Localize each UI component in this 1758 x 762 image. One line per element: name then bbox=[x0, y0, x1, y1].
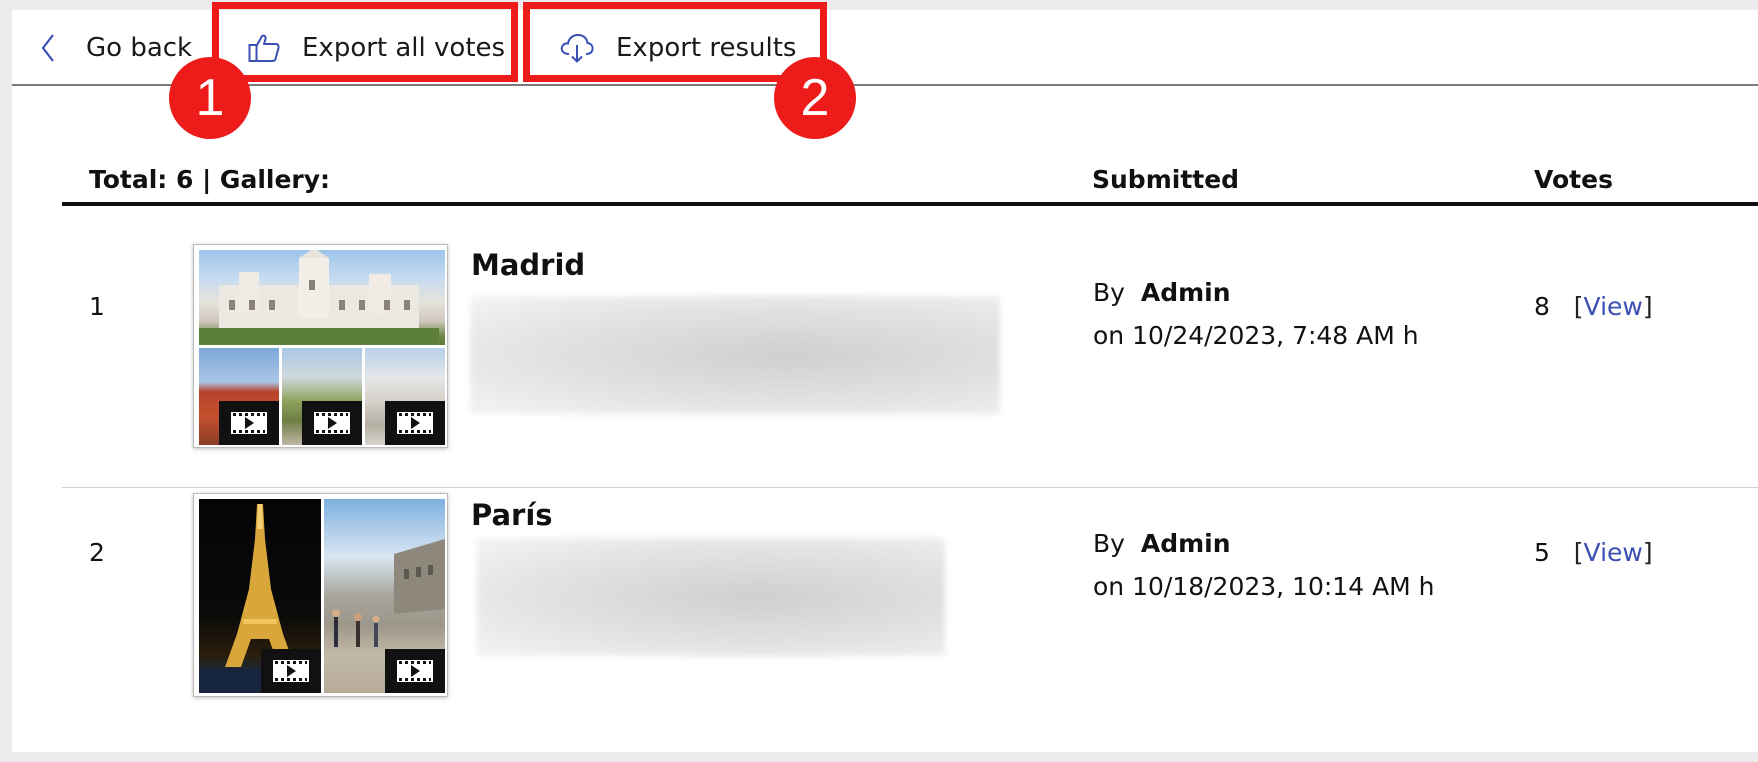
header-submitted: Submitted bbox=[1092, 165, 1240, 194]
row-rank: 1 bbox=[89, 292, 105, 321]
votes-cell: 5 [View] bbox=[1534, 538, 1653, 567]
highlight-box-export-results bbox=[523, 2, 827, 82]
submitted-date: on 10/24/2023, 7:48 AM h bbox=[1093, 321, 1419, 350]
blurred-description bbox=[470, 296, 1000, 414]
video-tile bbox=[324, 499, 445, 693]
video-icon bbox=[385, 401, 445, 445]
table-row: 2 París By Admin on 10/18/2023, 10:14 AM… bbox=[62, 488, 1758, 762]
view-link[interactable]: View bbox=[1584, 292, 1643, 321]
gallery-thumbnail[interactable] bbox=[193, 493, 448, 697]
video-tile bbox=[365, 348, 445, 445]
by-prefix: By bbox=[1093, 529, 1125, 558]
submitted-info: By Admin on 10/18/2023, 10:14 AM h bbox=[1093, 522, 1435, 608]
by-prefix: By bbox=[1093, 278, 1125, 307]
author-name: Admin bbox=[1140, 529, 1231, 558]
blurred-description bbox=[477, 538, 945, 656]
vote-count: 5 bbox=[1534, 538, 1550, 567]
photo-tile bbox=[199, 250, 445, 345]
video-tile bbox=[199, 499, 321, 693]
video-icon bbox=[385, 649, 445, 693]
header-votes: Votes bbox=[1534, 165, 1613, 194]
submitted-info: By Admin on 10/24/2023, 7:48 AM h bbox=[1093, 271, 1419, 357]
votes-cell: 8 [View] bbox=[1534, 292, 1653, 321]
video-icon bbox=[219, 401, 279, 445]
highlight-box-export-votes bbox=[212, 2, 518, 82]
author-name: Admin bbox=[1140, 278, 1231, 307]
view-link[interactable]: View bbox=[1584, 538, 1643, 567]
submitted-date: on 10/18/2023, 10:14 AM h bbox=[1093, 572, 1435, 601]
vote-count: 8 bbox=[1534, 292, 1550, 321]
video-tile bbox=[282, 348, 362, 445]
go-back-label: Go back bbox=[86, 33, 193, 63]
chevron-left-icon bbox=[40, 33, 56, 63]
header-total: Total: 6 | Gallery: bbox=[89, 165, 331, 194]
row-rank: 2 bbox=[89, 538, 105, 567]
item-title: Madrid bbox=[471, 248, 586, 282]
video-icon bbox=[302, 401, 362, 445]
go-back-button[interactable]: Go back bbox=[40, 10, 192, 86]
table-row: 1 Madrid By Admin on 10/24/2023, 7:48 AM… bbox=[62, 206, 1758, 488]
video-tile bbox=[199, 348, 279, 445]
table-header: Total: 6 | Gallery: Submitted Votes bbox=[62, 154, 1758, 206]
step-badge-1: 1 bbox=[169, 57, 251, 139]
item-title: París bbox=[471, 498, 553, 532]
content-panel: Go back Export all votes Export results … bbox=[12, 10, 1758, 752]
step-badge-2: 2 bbox=[774, 57, 856, 139]
gallery-thumbnail[interactable] bbox=[193, 244, 448, 448]
video-icon bbox=[261, 649, 321, 693]
